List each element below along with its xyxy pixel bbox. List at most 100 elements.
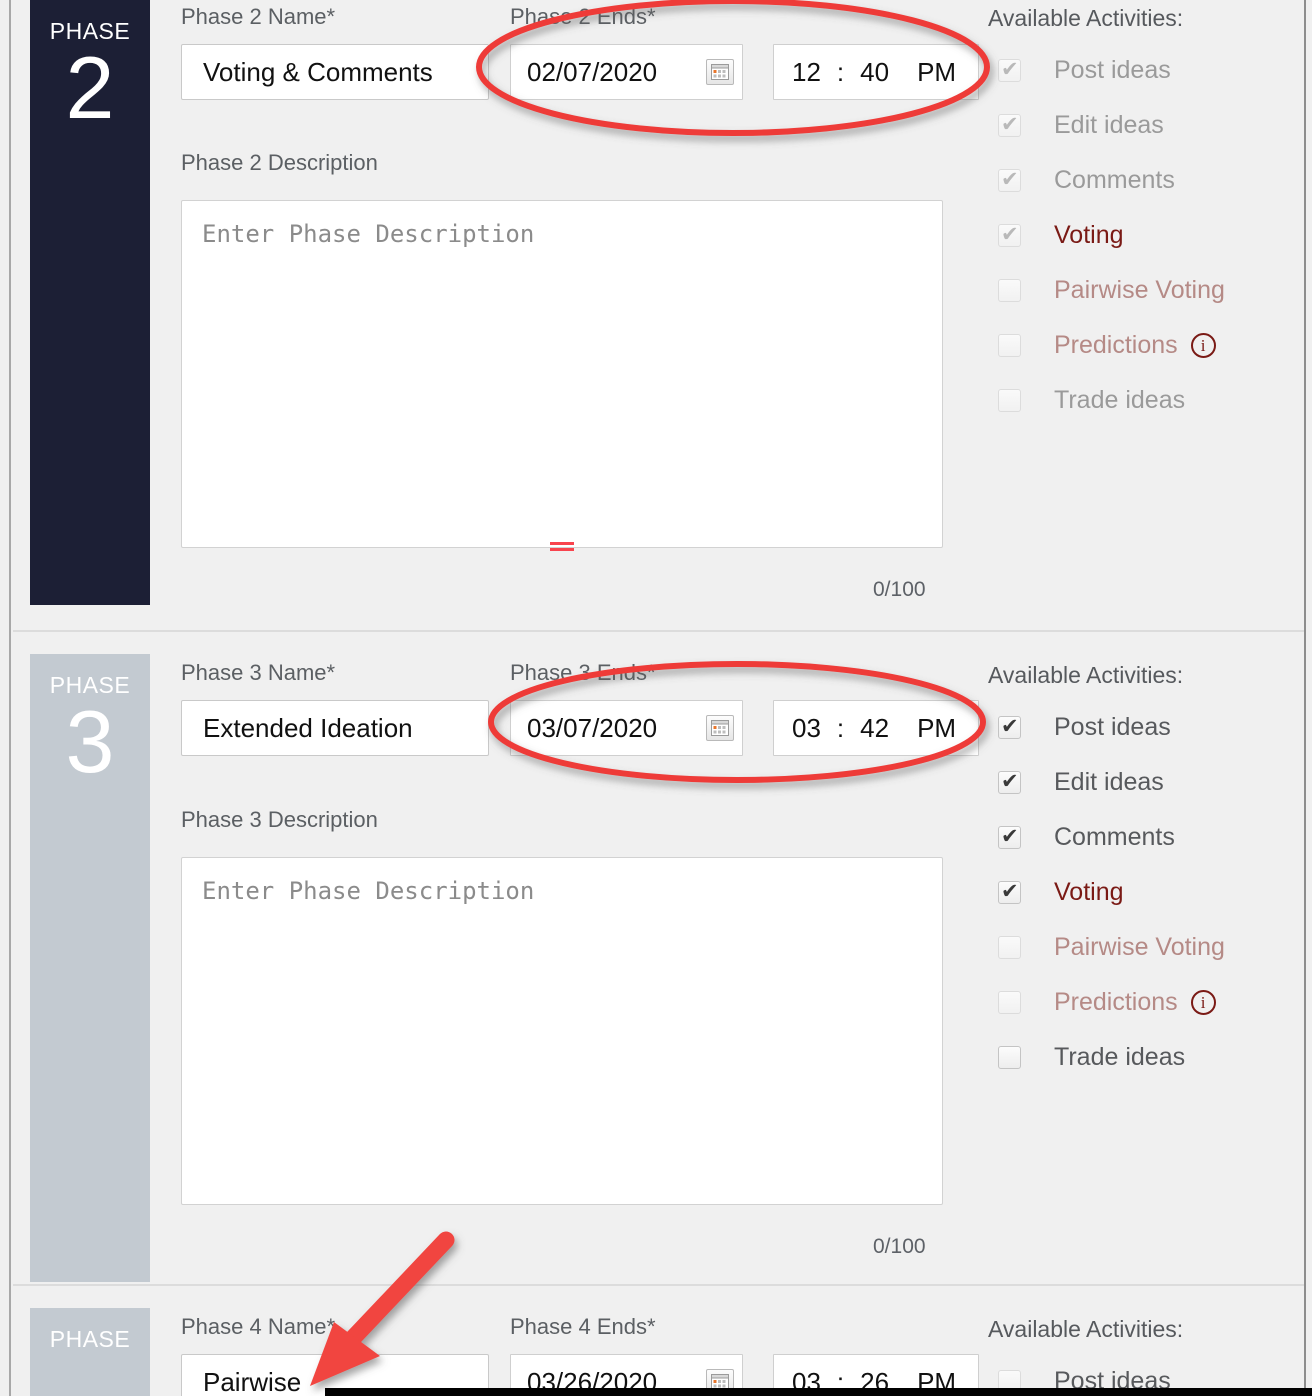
time-hour: 12 bbox=[792, 56, 821, 87]
activity-label: Post ideas bbox=[1054, 56, 1171, 84]
activity-label: Trade ideas bbox=[1054, 386, 1186, 414]
phase-name-label: Phase 2 Name* bbox=[181, 4, 336, 29]
activity-checkbox[interactable]: ✔ bbox=[998, 880, 1021, 904]
phase-section-3: PHASE 3 Phase 3 Name* Extended Ideation … bbox=[13, 630, 1304, 1284]
activity-checkbox[interactable]: ✔ bbox=[998, 223, 1021, 247]
activity-row-voting[interactable]: ✔ Voting bbox=[998, 221, 1124, 250]
activity-row-predictions[interactable]: Predictions i bbox=[998, 331, 1216, 360]
checkmark-icon: ✔ bbox=[1001, 770, 1019, 793]
activity-row-pairwise-voting[interactable]: Pairwise Voting bbox=[998, 276, 1225, 305]
time-minute: 40 bbox=[860, 56, 890, 87]
calendar-icon[interactable] bbox=[706, 715, 734, 741]
checkmark-icon: ✔ bbox=[1001, 223, 1019, 246]
activity-row-post-ideas[interactable]: ✔ Post ideas bbox=[998, 56, 1171, 85]
info-icon[interactable]: i bbox=[1190, 990, 1216, 1015]
phase-name-input[interactable]: Extended Ideation bbox=[181, 700, 489, 756]
phase-description-label: Phase 2 Description bbox=[181, 150, 378, 175]
phase-badge-word: PHASE bbox=[49, 18, 131, 44]
activity-checkbox[interactable] bbox=[998, 279, 1021, 302]
activity-label: Trade ideas bbox=[1054, 1043, 1186, 1071]
activity-row-predictions[interactable]: Predictions i bbox=[998, 988, 1216, 1017]
vertical-scrollbar[interactable] bbox=[1304, 0, 1312, 1396]
activity-checkbox[interactable]: ✔ bbox=[998, 168, 1021, 192]
info-icon[interactable]: i bbox=[1190, 333, 1216, 358]
activity-row-trade-ideas[interactable]: Trade ideas bbox=[998, 1043, 1185, 1072]
phase-ends-label: Phase 4 Ends* bbox=[510, 1314, 656, 1339]
calendar-icon[interactable] bbox=[706, 59, 734, 85]
activity-row-comments[interactable]: ✔ Comments bbox=[998, 823, 1175, 852]
phase-badge-word: PHASE bbox=[49, 672, 131, 698]
time-separator: : bbox=[836, 56, 845, 87]
activity-checkbox[interactable] bbox=[998, 991, 1021, 1014]
available-activities-title: Available Activities: bbox=[988, 1316, 1184, 1342]
activity-label: Voting bbox=[1054, 878, 1124, 906]
phase-name-input[interactable]: Voting & Comments bbox=[181, 44, 489, 100]
activity-row-comments[interactable]: ✔ Comments bbox=[998, 166, 1175, 195]
time-minute: 42 bbox=[860, 712, 890, 743]
phase-badge-3: PHASE 3 bbox=[30, 654, 150, 1282]
activity-label: Pairwise Voting bbox=[1054, 933, 1225, 961]
phase-description-placeholder: Enter Phase Description bbox=[202, 877, 535, 905]
phase-description-textarea[interactable]: Enter Phase Description bbox=[181, 200, 943, 551]
activity-label: Predictions bbox=[1054, 988, 1178, 1016]
activity-row-post-ideas[interactable]: ✔ Post ideas bbox=[998, 713, 1171, 742]
phase-description-label: Phase 3 Description bbox=[181, 807, 378, 832]
textarea-resize-grip[interactable] bbox=[550, 542, 574, 551]
activity-label: Pairwise Voting bbox=[1054, 276, 1225, 304]
activity-label: Comments bbox=[1054, 823, 1175, 851]
available-activities-title: Available Activities: bbox=[988, 662, 1184, 688]
activity-label: Edit ideas bbox=[1054, 768, 1164, 796]
checkmark-icon: ✔ bbox=[1001, 113, 1019, 136]
phase-ends-date-value: 02/07/2020 bbox=[527, 56, 658, 87]
activity-label: Comments bbox=[1054, 166, 1175, 194]
phase-badge-number: 3 bbox=[65, 692, 115, 791]
phase-name-label: Phase 3 Name* bbox=[181, 660, 336, 685]
activity-row-pairwise-voting[interactable]: Pairwise Voting bbox=[998, 933, 1225, 962]
bottom-edge-bar bbox=[325, 1388, 1312, 1396]
phase-ends-date-input[interactable]: 02/07/2020 bbox=[510, 44, 743, 100]
phase-badge-word: PHASE bbox=[49, 1326, 131, 1352]
phase-section-2: PHASE 2 Phase 2 Name* Voting & Comments … bbox=[13, 0, 1304, 630]
activity-label: Post ideas bbox=[1054, 713, 1171, 741]
phase-ends-label: Phase 3 Ends* bbox=[510, 660, 656, 685]
phase-badge-number: 2 bbox=[65, 38, 115, 137]
phase-description-textarea[interactable]: Enter Phase Description bbox=[181, 857, 943, 1205]
activity-checkbox[interactable]: ✔ bbox=[998, 825, 1021, 849]
activity-row-trade-ideas[interactable]: Trade ideas bbox=[998, 386, 1185, 415]
activity-checkbox[interactable] bbox=[998, 1046, 1021, 1069]
activity-label: Edit ideas bbox=[1054, 111, 1164, 139]
activity-checkbox[interactable]: ✔ bbox=[998, 770, 1021, 794]
phase-description-char-count: 0/100 bbox=[873, 578, 926, 601]
phase-badge-2: PHASE 2 bbox=[30, 0, 150, 605]
phase-ends-label: Phase 2 Ends* bbox=[510, 4, 656, 29]
available-activities-title: Available Activities: bbox=[988, 5, 1184, 31]
checkmark-icon: ✔ bbox=[1001, 715, 1019, 738]
time-separator: : bbox=[836, 712, 845, 743]
activity-checkbox[interactable] bbox=[998, 389, 1021, 412]
activity-checkbox[interactable]: ✔ bbox=[998, 715, 1021, 739]
activity-checkbox[interactable] bbox=[998, 334, 1021, 357]
activity-row-voting[interactable]: ✔ Voting bbox=[998, 878, 1124, 907]
activity-row-edit-ideas[interactable]: ✔ Edit ideas bbox=[998, 768, 1164, 797]
activity-checkbox[interactable]: ✔ bbox=[998, 113, 1021, 137]
phase-description-char-count: 0/100 bbox=[873, 1235, 926, 1258]
checkmark-icon: ✔ bbox=[1001, 168, 1019, 191]
activity-checkbox[interactable] bbox=[998, 936, 1021, 959]
activity-row-edit-ideas[interactable]: ✔ Edit ideas bbox=[998, 111, 1164, 140]
phase-ends-date-input[interactable]: 03/07/2020 bbox=[510, 700, 743, 756]
time-meridiem: PM bbox=[917, 712, 957, 743]
phase-badge-4: PHASE bbox=[30, 1308, 150, 1396]
activity-checkbox[interactable]: ✔ bbox=[998, 58, 1021, 82]
activity-label: Predictions bbox=[1054, 331, 1178, 359]
activity-label: Voting bbox=[1054, 221, 1124, 249]
phase-settings-panel: PHASE 2 Phase 2 Name* Voting & Comments … bbox=[0, 0, 1312, 1396]
phase-name-label: Phase 4 Name* bbox=[181, 1314, 336, 1339]
checkmark-icon: ✔ bbox=[1001, 825, 1019, 848]
phase-section-4: PHASE Phase 4 Name* Pairwise Phase 4 End… bbox=[13, 1284, 1304, 1396]
time-meridiem: PM bbox=[917, 56, 957, 87]
time-hour: 03 bbox=[792, 712, 821, 743]
checkmark-icon: ✔ bbox=[1001, 58, 1019, 81]
phase-ends-time-input[interactable]: 03 : 42 PM bbox=[773, 700, 979, 756]
phase-description-placeholder: Enter Phase Description bbox=[202, 220, 535, 248]
phase-ends-time-input[interactable]: 12 : 40 PM bbox=[773, 44, 979, 100]
